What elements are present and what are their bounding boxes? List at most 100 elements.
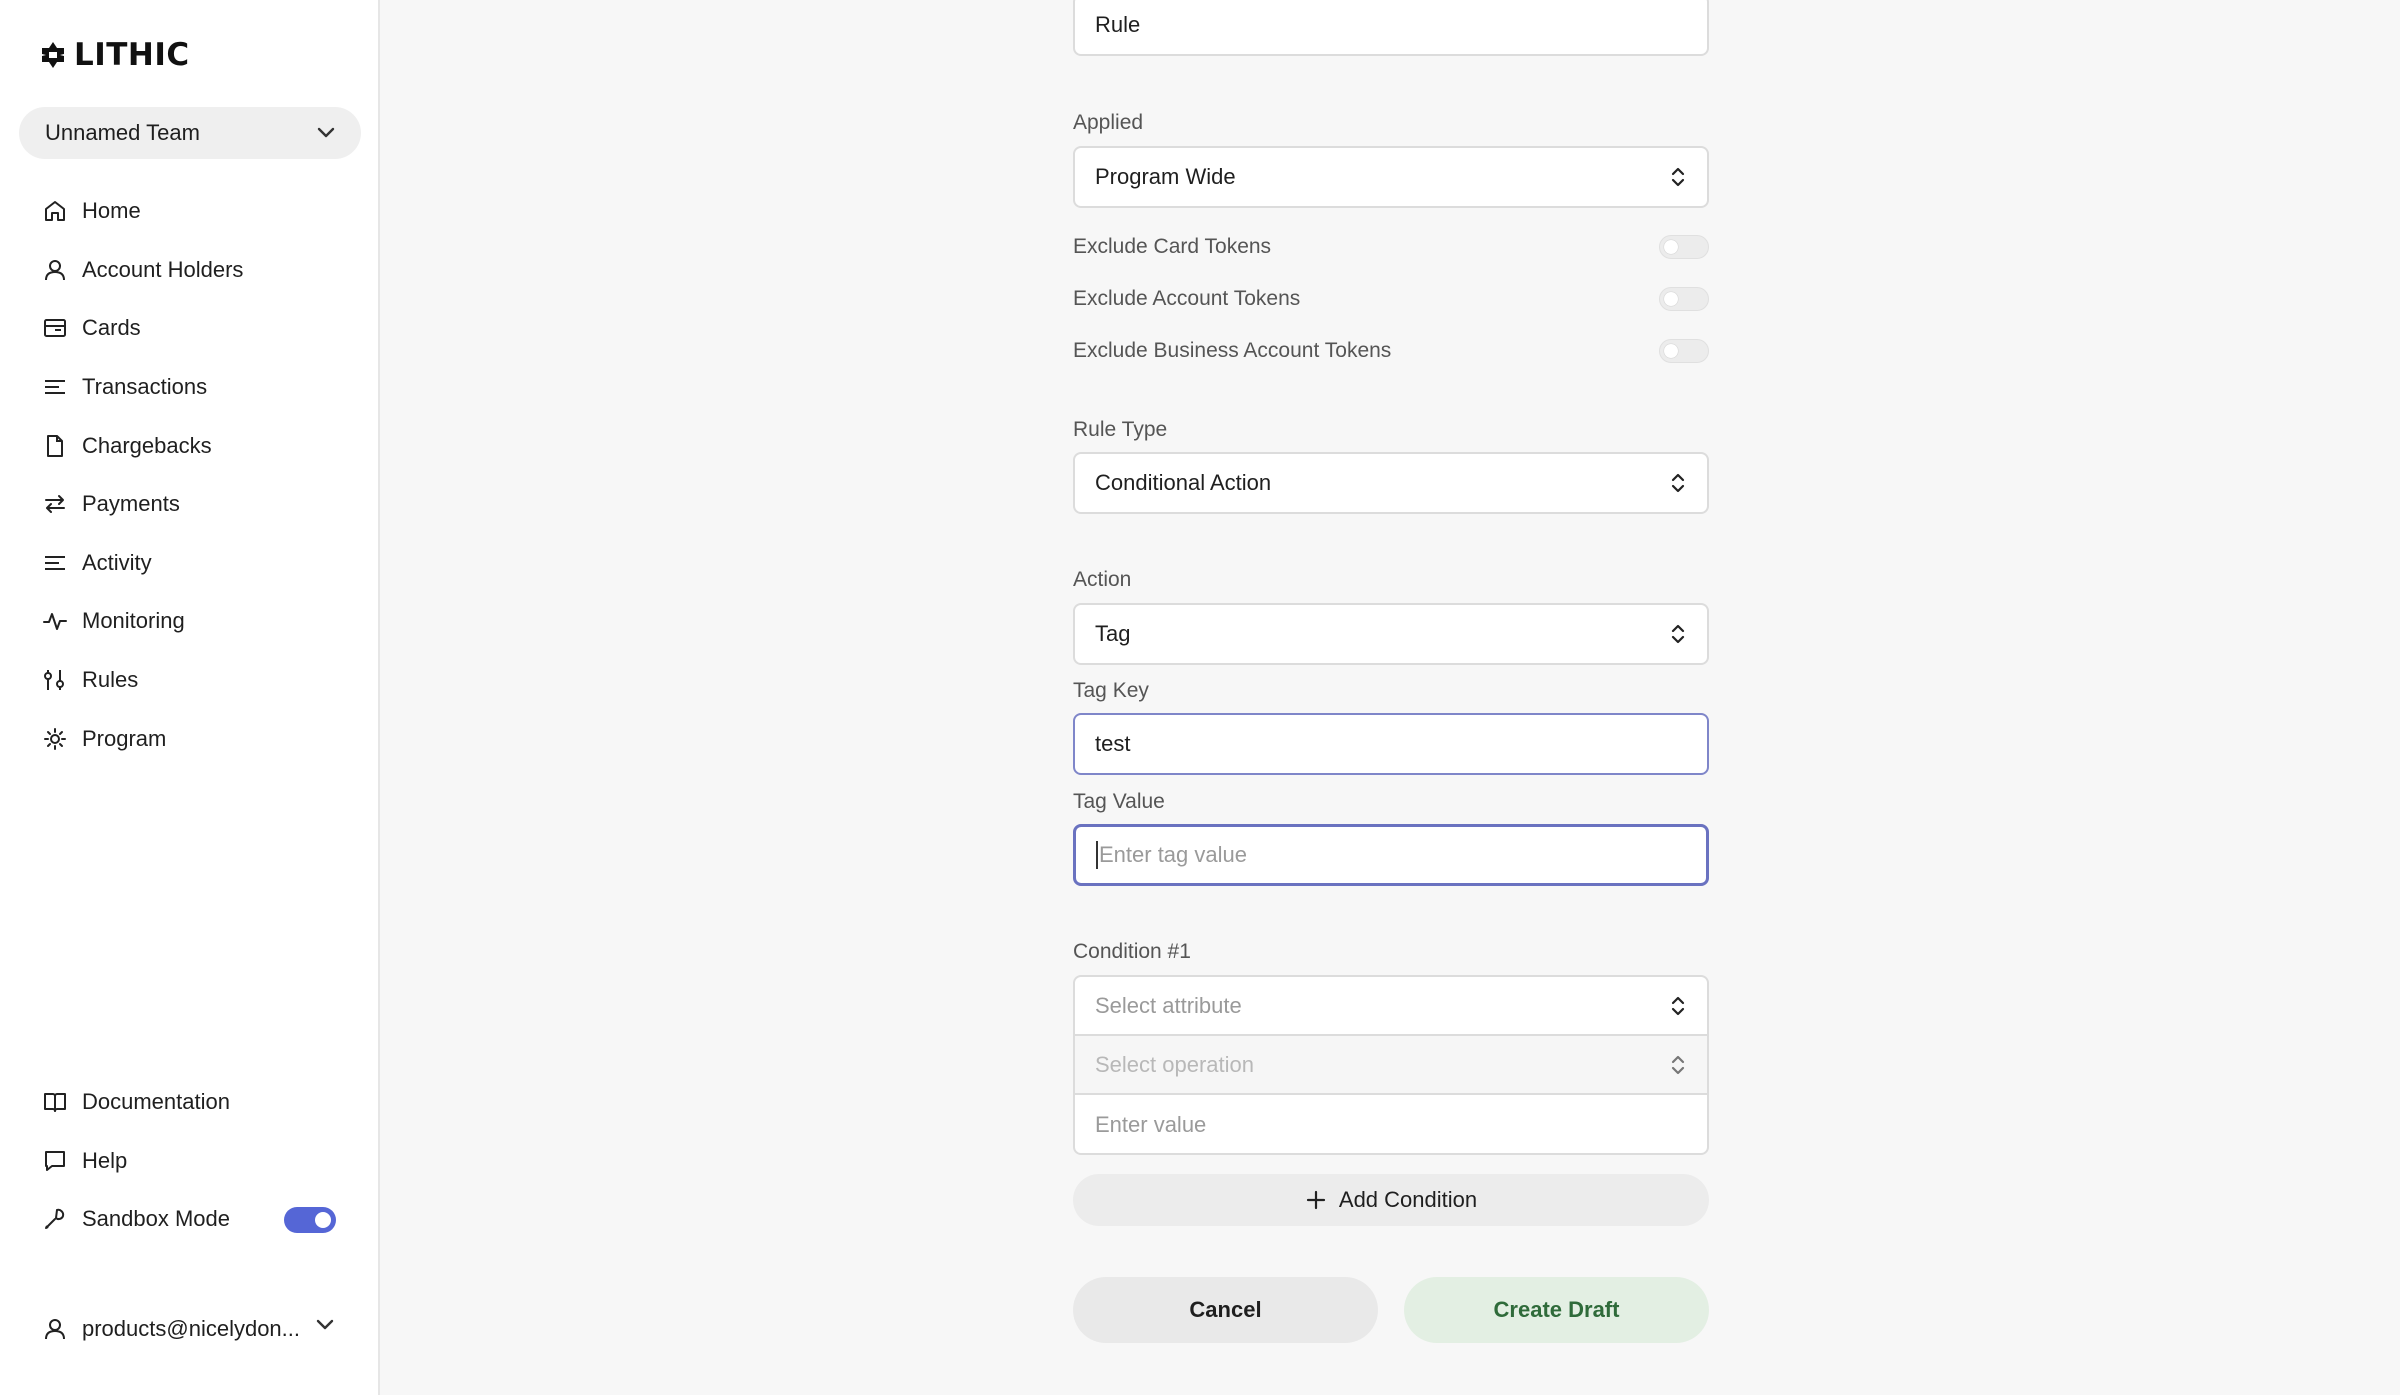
tag-value-content: Enter tag value (1096, 841, 1247, 869)
nav-item-transactions[interactable]: Transactions (0, 358, 380, 417)
nav-item-rules[interactable]: Rules (0, 651, 380, 710)
rule-type-label: Rule Type (1073, 418, 1168, 441)
applied-select[interactable]: Program Wide (1073, 146, 1709, 208)
chevron-down-icon (316, 1319, 334, 1330)
logo[interactable]: LITHIC (38, 37, 190, 73)
main-content: Rule Applied Program Wide Exclude Card T… (380, 0, 2400, 1395)
chevron-updown-icon (1671, 473, 1685, 493)
nav-item-activity[interactable]: Activity (0, 534, 380, 593)
text-cursor (1096, 841, 1098, 869)
add-condition-button[interactable]: Add Condition (1073, 1174, 1709, 1226)
arrows-icon (45, 495, 65, 514)
exclude-card-tokens-row: Exclude Card Tokens (1073, 232, 1709, 262)
brand-name: LITHIC (74, 37, 190, 73)
tag-value-input[interactable]: Enter tag value (1073, 824, 1709, 886)
lines-icon (45, 380, 65, 395)
main-nav: Home Account Holders Cards Transactions … (0, 182, 380, 768)
operation-placeholder: Select operation (1095, 1051, 1254, 1077)
rule-type-value: Conditional Action (1095, 470, 1272, 495)
document-icon (47, 434, 63, 457)
home-icon (45, 201, 65, 222)
exclude-business-account-tokens-row: Exclude Business Account Tokens (1073, 336, 1709, 366)
team-selector[interactable]: Unnamed Team (19, 107, 361, 159)
nav-label: Help (82, 1147, 128, 1173)
create-draft-button[interactable]: Create Draft (1404, 1277, 1709, 1343)
nav-label: Sandbox Mode (82, 1206, 230, 1232)
rule-type-select[interactable]: Conditional Action (1073, 452, 1709, 514)
nav-item-home[interactable]: Home (0, 182, 380, 241)
book-icon (44, 1093, 66, 1113)
nav-item-account-holders[interactable]: Account Holders (0, 241, 380, 300)
chevron-updown-icon (1671, 167, 1685, 187)
nav-label: Transactions (82, 374, 208, 400)
nav-item-help[interactable]: Help (0, 1132, 380, 1191)
sliders-icon (44, 670, 64, 691)
action-value: Tag (1095, 621, 1131, 646)
nav-label: Activity (82, 549, 152, 575)
exclude-account-tokens-toggle[interactable] (1659, 287, 1709, 311)
nav-label: Rules (82, 667, 139, 693)
add-condition-label: Add Condition (1338, 1187, 1478, 1212)
card-icon (44, 319, 66, 338)
user-icon (45, 1319, 65, 1340)
sandbox-mode-row: Sandbox Mode (0, 1190, 380, 1249)
rule-name-input[interactable]: Rule (1073, 0, 1709, 56)
toggle-label: Exclude Business Account Tokens (1073, 339, 1392, 362)
condition-label: Condition #1 (1073, 940, 1191, 963)
lithic-logo-icon (42, 42, 64, 68)
nav-item-program[interactable]: Program (0, 709, 380, 768)
chevron-updown-icon (1671, 996, 1685, 1015)
pulse-icon (43, 613, 67, 631)
nav-item-cards[interactable]: Cards (0, 299, 380, 358)
applied-value: Program Wide (1095, 164, 1236, 189)
user-icon (45, 259, 65, 280)
condition-operation-select[interactable]: Select operation (1075, 1036, 1707, 1095)
nav-label: Chargebacks (82, 432, 212, 458)
nav-label: Cards (82, 315, 141, 341)
condition-value-input[interactable]: Enter value (1075, 1095, 1707, 1153)
value-placeholder: Enter value (1095, 1111, 1207, 1137)
user-menu[interactable]: products@nicelydon... (0, 1300, 380, 1358)
chevron-down-icon (317, 127, 335, 138)
gear-icon (44, 727, 66, 750)
nav-label: Account Holders (82, 256, 244, 282)
exclude-account-tokens-row: Exclude Account Tokens (1073, 284, 1709, 314)
wrench-icon (45, 1209, 65, 1230)
tag-value-placeholder: Enter tag value (1099, 842, 1247, 867)
condition-attribute-select[interactable]: Select attribute (1075, 977, 1707, 1036)
tag-value-label: Tag Value (1073, 790, 1165, 813)
action-select[interactable]: Tag (1073, 603, 1709, 665)
toggle-label: Exclude Card Tokens (1073, 235, 1272, 258)
nav-item-monitoring[interactable]: Monitoring (0, 592, 380, 651)
cancel-button[interactable]: Cancel (1073, 1277, 1378, 1343)
app-window: LITHIC Unnamed Team Home Account Holders… (0, 0, 2400, 1395)
rule-name-value: Rule (1095, 12, 1141, 37)
plus-icon (1306, 1190, 1325, 1210)
attribute-placeholder: Select attribute (1095, 992, 1242, 1018)
applied-label: Applied (1073, 111, 1144, 134)
chat-icon (45, 1150, 65, 1171)
nav-label: Payments (82, 491, 180, 517)
lines-icon (45, 555, 65, 570)
tag-key-input[interactable]: test (1073, 713, 1709, 775)
nav-item-chargebacks[interactable]: Chargebacks (0, 416, 380, 475)
condition-group: Select attribute Select operation Enter … (1073, 975, 1709, 1155)
team-name: Unnamed Team (45, 120, 200, 145)
nav-item-documentation[interactable]: Documentation (0, 1073, 380, 1132)
nav-label: Monitoring (82, 608, 185, 634)
nav-item-payments[interactable]: Payments (0, 475, 380, 534)
sidebar: LITHIC Unnamed Team Home Account Holders… (0, 0, 380, 1395)
action-label: Action (1073, 568, 1132, 591)
exclude-card-tokens-toggle[interactable] (1659, 235, 1709, 259)
sandbox-mode-toggle[interactable] (284, 1207, 336, 1234)
chevron-updown-icon (1671, 624, 1685, 644)
bottom-nav: Documentation Help Sandbox Mode (0, 1073, 380, 1249)
exclude-business-account-tokens-toggle[interactable] (1659, 339, 1709, 363)
tag-key-value: test (1095, 731, 1131, 756)
nav-label: Documentation (82, 1089, 230, 1115)
toggle-label: Exclude Account Tokens (1073, 287, 1301, 310)
nav-label: Home (82, 198, 141, 224)
user-email: products@nicelydon... (82, 1316, 301, 1341)
tag-key-label: Tag Key (1073, 679, 1149, 702)
chevron-updown-icon (1671, 1055, 1685, 1074)
